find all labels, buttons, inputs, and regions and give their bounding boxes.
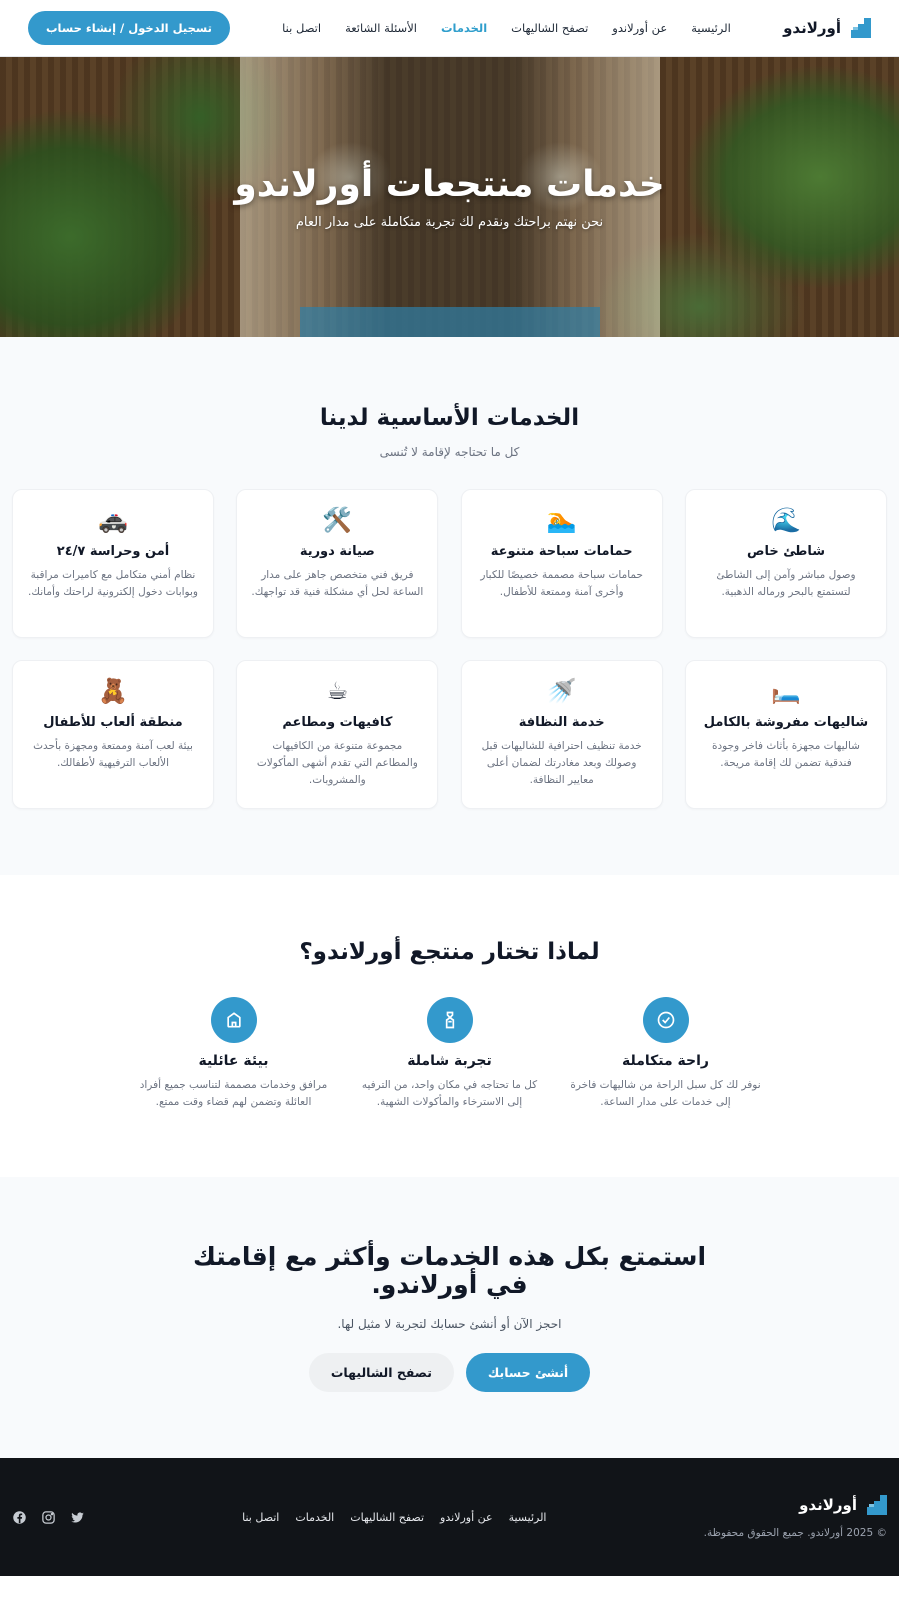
login-signup-button[interactable]: تسجيل الدخول / إنشاء حساب [28,11,230,45]
services-section: الخدمات الأساسية لدينا كل ما تحتاجه لإقا… [0,337,899,875]
nav-link-about[interactable]: عن أورلاندو [612,21,667,35]
why-item-desc: كل ما تحتاجه في مكان واحد، من الترفيه إل… [361,1079,538,1108]
service-desc: بيئة لعب آمنة وممتعة ومجهزة بأحدث الألعا… [33,740,193,769]
service-card-security: 🚓 أمن وحراسة ٢٤/٧ نظام أمني متكامل مع كا… [12,489,215,638]
nav-link-contact[interactable]: اتصل بنا [282,21,321,35]
police-car-icon: 🚓 [98,506,128,534]
coffee-icon: ☕ [326,677,349,705]
service-title: كافيهات ومطاعم [282,715,393,730]
services-grid: 🌊 شاطئ خاص وصول مباشر وآمن إلى الشاطئ لت… [12,489,887,809]
bed-icon: 🛏️ [771,677,801,705]
why-grid: راحة متكاملة نوفر لك كل سبل الراحة من شا… [0,997,899,1111]
service-title: شاليهات مفروشة بالكامل [703,715,869,730]
services-subtitle: كل ما تحتاجه لإقامة لا تُنسى [379,445,520,459]
why-item-comfort: راحة متكاملة نوفر لك كل سبل الراحة من شا… [570,997,762,1111]
service-title: منطقة ألعاب للأطفال [43,715,183,730]
top-navbar: أورلاندو الرئيسية عن أورلاندو تصفح الشال… [0,0,899,57]
service-title: حمامات سباحة متنوعة [490,544,633,559]
footer-link-home[interactable]: الرئيسية [509,1511,547,1524]
footer-brand[interactable]: أورلاندو [704,1495,887,1515]
service-card-furnished: 🛏️ شاليهات مفروشة بالكامل شاليهات مجهزة … [685,660,887,809]
brand[interactable]: أورلاندو [783,18,871,38]
shower-icon: 🚿 [546,677,577,705]
cta-buttons: أنشئ حسابك تصفح الشاليهات [0,1353,899,1392]
service-desc: نظام أمني متكامل مع كاميرات مراقبة وبواب… [28,569,198,598]
hero-text: خدمات منتجعات أورلاندو نحن نهتم براحتك و… [0,57,899,337]
why-item-title: تجربة شاملة [407,1053,492,1069]
service-desc: مجموعة متنوعة من الكافيهات والمطاعم التي… [256,740,418,786]
logo-icon [851,18,871,38]
logo-icon [867,1495,887,1515]
service-desc: وصول مباشر وآمن إلى الشاطئ لتستمتع بالبح… [716,569,856,598]
footer-link-about[interactable]: عن أورلاندو [440,1511,493,1524]
check-circle-icon [642,997,689,1043]
main-nav: الرئيسية عن أورلاندو تصفح الشاليهات الخد… [282,21,731,35]
footer-link-contact[interactable]: اتصل بنا [242,1511,279,1524]
social-links [12,1510,85,1525]
service-card-kids: 🧸 منطقة ألعاب للأطفال بيئة لعب آمنة وممت… [12,660,215,809]
service-desc: خدمة تنظيف احترافية للشاليهات قبل وصولك … [481,740,642,786]
service-title: صيانة دورية [299,544,375,559]
why-item-desc: نوفر لك كل سبل الراحة من شاليهات فاخرة إ… [570,1079,761,1108]
cta-section: استمتع بكل هذه الخدمات وأكثر مع إقامتك ف… [0,1177,899,1458]
tools-icon: 🛠️ [322,506,353,534]
services-title: الخدمات الأساسية لدينا [319,405,580,431]
copyright: © 2025 أورلاندو. جميع الحقوق محفوظة. [703,1527,887,1539]
why-section: لماذا تختار منتجع أورلاندو؟ راحة متكاملة… [0,875,899,1177]
nav-link-services[interactable]: الخدمات [441,21,487,35]
why-item-title: راحة متكاملة [622,1053,709,1069]
service-card-maintenance: 🛠️ صيانة دورية فريق فني متخصص جاهز على م… [236,489,439,638]
nav-link-home[interactable]: الرئيسية [691,21,731,35]
wave-icon: 🌊 [771,506,801,534]
why-item-title: بيئة عائلية [198,1053,269,1069]
why-item-experience: تجربة شاملة كل ما تحتاجه في مكان واحد، م… [354,997,546,1111]
twitter-icon[interactable] [70,1510,85,1525]
service-card-pools: 🏊 حمامات سباحة متنوعة حمامات سباحة مصممة… [460,489,663,638]
hero-banner: خدمات منتجعات أورلاندو نحن نهتم براحتك و… [0,57,899,337]
service-card-beach: 🌊 شاطئ خاص وصول مباشر وآمن إلى الشاطئ لت… [685,489,887,638]
facebook-icon[interactable] [12,1510,27,1525]
service-card-cafes: ☕ كافيهات ومطاعم مجموعة متنوعة من الكافي… [236,660,439,809]
footer-brand-name: أورلاندو [799,1496,857,1514]
footer-link-services[interactable]: الخدمات [295,1511,334,1524]
service-title: شاطئ خاص [746,544,826,559]
cta-title: استمتع بكل هذه الخدمات وأكثر مع إقامتك ف… [192,1242,707,1299]
footer-link-chalets[interactable]: تصفح الشاليهات [350,1511,424,1524]
browse-chalets-button[interactable]: تصفح الشاليهات [308,1353,454,1392]
nav-link-faq[interactable]: الأسئلة الشائعة [345,21,417,35]
create-account-button[interactable]: أنشئ حسابك [465,1353,591,1392]
service-title: خدمة النظافة [518,715,605,730]
service-desc: حمامات سباحة مصممة خصيصًا للكبار وأخرى آ… [480,569,643,598]
swimmer-icon: 🏊 [546,506,577,534]
service-title: أمن وحراسة ٢٤/٧ [56,544,170,559]
why-title: لماذا تختار منتجع أورلاندو؟ [299,939,600,965]
cta-subtitle: احجز الآن أو أنشئ حسابك لتجربة لا مثيل ل… [337,1317,562,1331]
hero-subtitle: نحن نهتم براحتك ونقدم لك تجربة متكاملة ع… [295,215,604,230]
instagram-icon[interactable] [41,1510,56,1525]
footer-brand-block: أورلاندو © 2025 أورلاندو. جميع الحقوق مح… [704,1495,887,1539]
service-desc: فريق فني متخصص جاهز على مدار الساعة لحل … [251,569,424,598]
nav-link-chalets[interactable]: تصفح الشاليهات [511,21,588,35]
teddy-bear-icon: 🧸 [98,677,128,705]
brand-name: أورلاندو [783,19,841,37]
hero-title: خدمات منتجعات أورلاندو [234,164,665,205]
service-desc: شاليهات مجهزة بأثاث فاخر وجودة فندقية تض… [712,740,860,769]
why-item-desc: مرافق وخدمات مصممة لتناسب جميع أفراد الع… [139,1079,328,1108]
bottle-icon [426,997,473,1043]
why-item-family: بيئة عائلية مرافق وخدمات مصممة لتناسب جم… [138,997,330,1111]
home-icon [210,997,257,1043]
footer-nav: الرئيسية عن أورلاندو تصفح الشاليهات الخد… [242,1511,546,1524]
service-card-cleaning: 🚿 خدمة النظافة خدمة تنظيف احترافية للشال… [460,660,663,809]
footer: أورلاندو © 2025 أورلاندو. جميع الحقوق مح… [0,1458,899,1576]
